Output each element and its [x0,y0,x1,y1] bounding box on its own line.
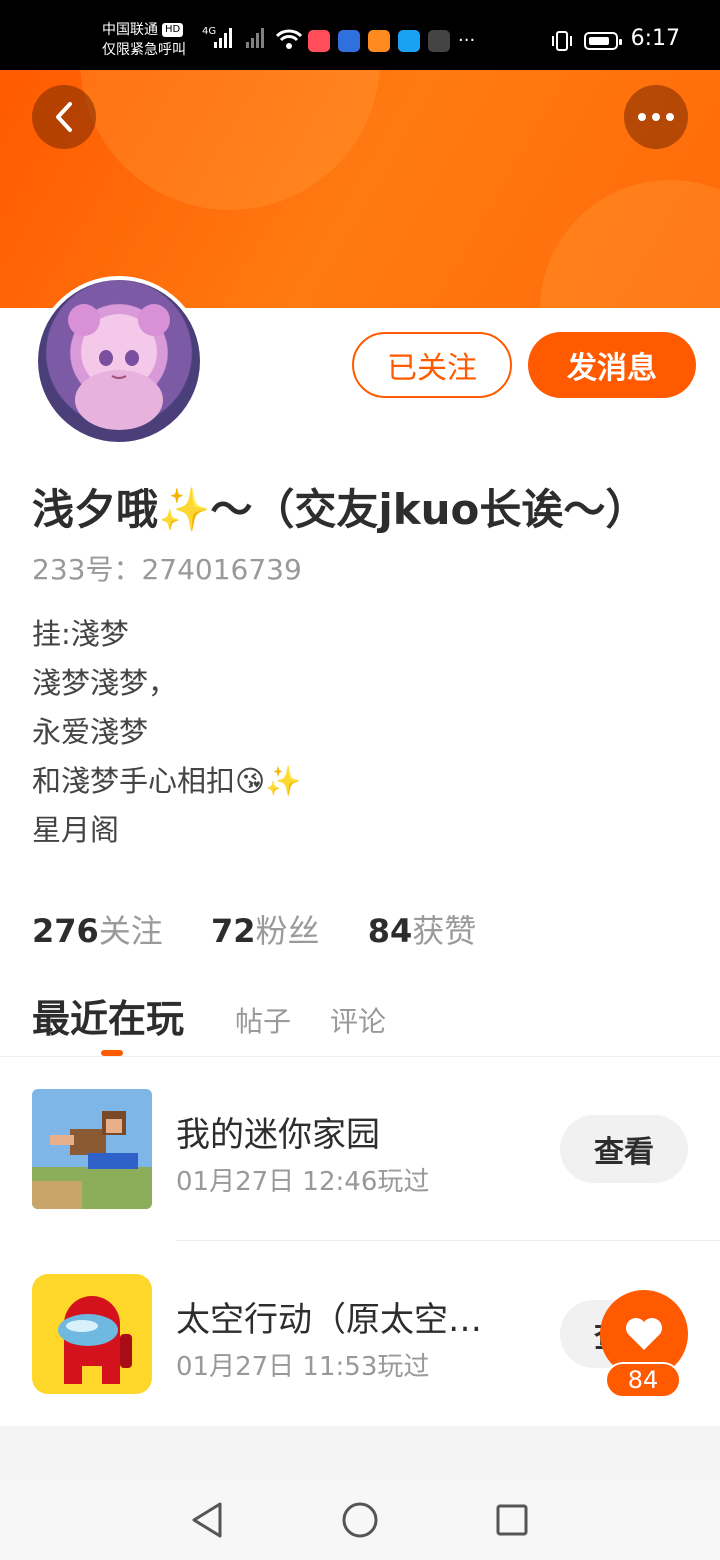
view-button[interactable]: 查看 [560,1115,688,1183]
followed-button[interactable]: 已关注 [352,332,512,398]
stat-following[interactable]: 276关注 [32,912,163,950]
square-recents-icon [496,1504,528,1536]
more-notifications: ··· [458,30,476,51]
nav-recents-button[interactable] [492,1500,532,1540]
avatar[interactable] [34,276,204,446]
stat-number: 84 [367,912,413,950]
tab-recently-played[interactable]: 最近在玩 [32,988,184,1043]
vibrate-icon [550,30,574,56]
triangle-back-icon [192,1502,222,1538]
profile-name-suffix: ～（交友jkuo长诶～） [210,485,648,534]
status-bar: 中国联通 HD 仅限紧急呼叫 4G ··· 6:17 [0,0,720,70]
carrier-name: 中国联通 [102,22,158,38]
stat-label: 获赞 [412,912,477,950]
profile-bio: 挂:淺梦 淺梦淺梦， 永爱淺梦 和淺梦手心相扣😘✨ 星月阁 [32,610,301,855]
more-button[interactable] [624,85,688,149]
wifi-icon [275,28,303,54]
bio-line: 和淺梦手心相扣 [32,764,236,798]
user-id-value: 274016739 [141,553,302,586]
game-thumbnail [32,1274,152,1394]
more-horizontal-icon [638,113,674,121]
nav-back-button[interactable] [188,1500,228,1540]
kiss-emoji: 😘 [235,764,266,798]
user-id[interactable]: 233号：274016739 [32,548,302,588]
tab-comments[interactable]: 评论 [330,1000,386,1040]
clock: 6:17 [630,26,680,51]
profile-banner [0,70,720,308]
bio-line: 挂:淺梦 [32,617,129,651]
profile-name-text: 浅夕哦 [32,485,159,534]
bio-line: 星月阁 [32,813,120,847]
chevron-left-icon [56,102,72,132]
send-message-button[interactable]: 发消息 [528,332,696,398]
list-item[interactable]: 我的迷你家园 01月27日 12:46玩过 查看 [0,1089,720,1239]
circle-home-icon [342,1502,378,1538]
user-id-label: 233号： [32,553,142,586]
game-title: 我的迷你家园 [176,1115,380,1155]
game-title: 太空行动（原太空… [176,1300,482,1340]
bio-line-with-emoji: 和淺梦手心相扣😘✨ [32,757,301,806]
profile-stats: 276关注 72粉丝 84获赞 [32,906,514,952]
game-last-played: 01月27日 11:53玩过 [176,1352,430,1382]
stat-number: 276 [32,912,99,950]
signal-icon [214,28,234,48]
system-navigation-bar [0,1480,720,1560]
play-app-icon [368,30,390,52]
profile-name: 浅夕哦✨～（交友jkuo长诶～） [32,480,647,540]
avatar-image [38,280,200,442]
sparkle-emoji: ✨ [158,485,211,534]
signal-2-icon [246,28,266,48]
search-app-icon [398,30,420,52]
bio-line: 永爱淺梦 [32,715,149,749]
divider [176,1240,720,1241]
hd-badge: HD [162,23,184,37]
like-count-badge: 84 [605,1362,681,1398]
stat-label: 关注 [98,912,163,950]
stat-label: 粉丝 [255,912,320,950]
hand-app-icon [428,30,450,52]
sparkle-emoji: ✨ [265,764,302,798]
back-button[interactable] [32,85,96,149]
stat-followers[interactable]: 72粉丝 [211,912,320,950]
carrier-sub: 仅限紧急呼叫 [102,42,186,58]
bottom-spacer [0,1426,720,1480]
game-last-played: 01月27日 12:46玩过 [176,1167,430,1197]
bulb-app-icon [338,30,360,52]
divider [0,1056,720,1057]
game-thumbnail [32,1089,152,1209]
carrier-info: 中国联通 HD 仅限紧急呼叫 [102,20,186,60]
stat-likes[interactable]: 84获赞 [368,912,477,950]
tab-posts[interactable]: 帖子 [235,1000,291,1040]
nav-home-button[interactable] [340,1500,380,1540]
bio-line: 淺梦淺梦， [32,666,178,700]
heart-icon [626,1318,662,1350]
battery-icon [584,32,622,50]
profile-tabs: 最近在玩 帖子 评论 [32,988,692,1056]
stat-number: 72 [210,912,256,950]
app-notification-icon [308,30,330,52]
